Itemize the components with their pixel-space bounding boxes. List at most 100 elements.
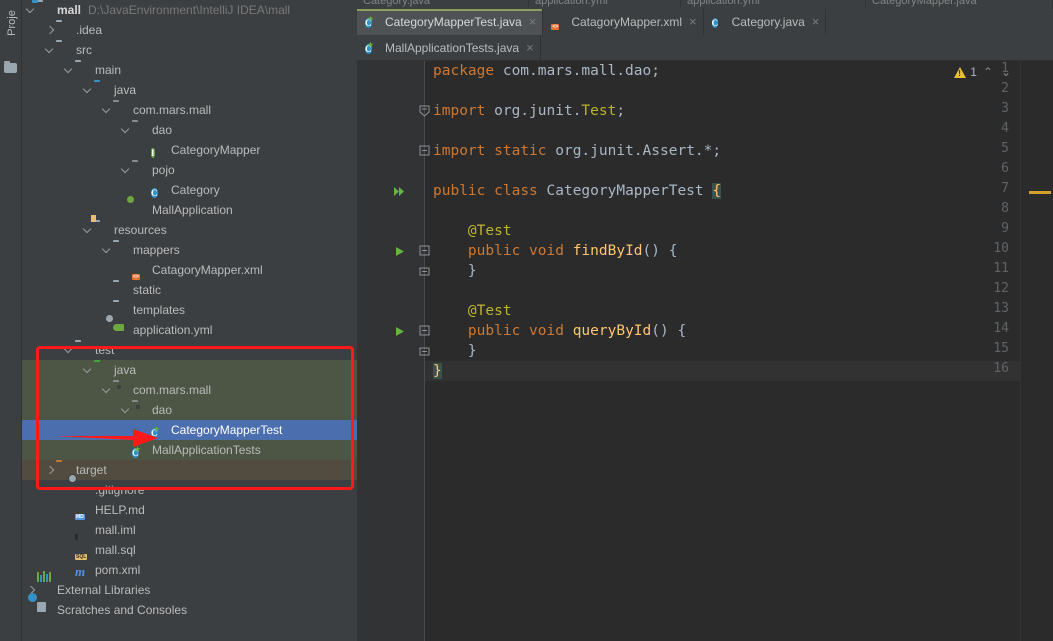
tree-row[interactable]: C CategoryMapperTest [22,420,357,440]
tree-row[interactable]: java [22,80,357,100]
editor-tab[interactable]: <> CatagoryMapper.xml × [543,9,704,35]
tree-row[interactable]: java [22,360,357,380]
project-tool-window[interactable]: mall D:\JavaEnvironment\IntelliJ IDEA\mal… [22,0,357,641]
tree-row[interactable]: resources [22,220,357,240]
code-line[interactable]: import org.junit.Test; [433,101,625,121]
chevron-down-icon[interactable] [83,360,94,380]
fold-end-icon[interactable] [419,345,430,363]
gitignore-file-icon [75,482,91,498]
run-all-tests-icon[interactable] [393,185,406,203]
run-test-icon[interactable] [393,325,406,343]
scroll-warning-marker[interactable] [1029,191,1051,194]
fold-expand-icon[interactable] [419,105,430,123]
close-icon[interactable]: × [812,15,820,28]
code-line[interactable]: @Test [433,301,512,321]
editor-tab[interactable]: C Category.java × [704,9,827,35]
chevron-down-icon[interactable] [102,100,113,120]
line-number: 6 [1001,161,1009,176]
code-line[interactable]: @Test [433,221,512,241]
tree-row[interactable]: Scratches and Consoles [22,600,357,620]
tree-row[interactable]: .idea [22,20,357,40]
chevron-down-icon[interactable] [45,40,56,60]
chevron-down-icon[interactable] [121,160,132,180]
editor-tab-label: CategoryMapperTest.java [385,15,522,29]
fold-collapse-icon[interactable] [419,245,430,263]
tree-row[interactable]: I CategoryMapper [22,140,357,160]
close-icon[interactable]: × [529,15,537,28]
tree-row[interactable]: src [22,40,357,60]
code-line[interactable]: public void queryById() { [433,321,686,341]
tree-row[interactable]: mall D:\JavaEnvironment\IntelliJ IDEA\mal… [22,0,357,20]
fold-collapse-icon[interactable] [419,325,430,343]
editor-tab-clipped[interactable]: CategoryMapper.java [866,0,1053,9]
next-problem-icon[interactable]: ⌄ [999,65,1013,79]
tree-row[interactable]: main [22,60,357,80]
package-icon [113,382,129,398]
chevron-down-icon[interactable] [26,0,37,20]
tree-row[interactable]: templates [22,300,357,320]
chevron-down-icon[interactable] [121,400,132,420]
tree-row[interactable]: C Category [22,180,357,200]
run-test-icon[interactable] [393,245,406,263]
inspection-widget[interactable]: 1 ⌃ ⌄ [954,62,1013,82]
tree-row[interactable]: External Libraries [22,571,357,600]
chevron-right-icon[interactable] [45,460,56,480]
editor-tab-clipped[interactable]: application.yml [681,0,866,9]
editor-tabs-row-2[interactable]: C MallApplicationTests.java × [357,35,1053,61]
project-tree[interactable]: mall D:\JavaEnvironment\IntelliJ IDEA\mal… [22,0,357,620]
project-folder-icon[interactable] [4,60,17,73]
tree-row[interactable]: <> CatagoryMapper.xml [22,260,357,280]
tree-row[interactable]: static [22,280,357,300]
editor-tab[interactable]: C MallApplicationTests.java × [357,35,541,61]
editor-tab-clipped[interactable]: application.yml [529,0,681,9]
chevron-down-icon[interactable] [64,340,75,360]
editor-tabs-row-overflow[interactable]: Category.java application.yml application.… [357,0,1053,9]
code-line[interactable]: } [433,261,477,281]
package-icon [132,162,148,178]
chevron-down-icon[interactable] [83,220,94,240]
editor-scroll-markers[interactable] [1020,61,1053,641]
code-line[interactable]: } [433,361,442,381]
chevron-down-icon[interactable] [102,240,113,260]
tree-row[interactable]: C MallApplicationTests [22,440,357,460]
tree-row[interactable]: MallApplication [22,200,357,220]
prev-problem-icon[interactable]: ⌃ [981,65,995,79]
close-icon[interactable]: × [526,41,534,54]
editor-tab-clipped[interactable]: Category.java [357,0,529,9]
tree-row[interactable]: test [22,340,357,360]
tree-row[interactable]: mappers [22,240,357,260]
tree-row[interactable]: SQL mall.sql [22,540,357,560]
chevron-down-icon[interactable] [102,380,113,400]
tree-row[interactable]: com.mars.mall [22,380,357,400]
folder-icon [56,22,72,38]
fold-end-icon[interactable] [419,265,430,283]
chevron-down-icon[interactable] [83,80,94,100]
code-line[interactable]: import static org.junit.Assert.*; [433,141,721,161]
tree-row[interactable]: m pom.xml [22,560,357,580]
tree-row[interactable]: dao [22,400,357,420]
close-icon[interactable]: × [689,15,697,28]
tree-row-label: mall.iml [95,523,136,537]
tree-row[interactable]: MD HELP.md [22,500,357,520]
code-line[interactable]: public void findById() { [433,241,678,261]
editor-tabs-row-1[interactable]: C CategoryMapperTest.java × <> CatagoryMappe… [357,9,1053,35]
code-line[interactable]: public class CategoryMapperTest { [433,181,722,201]
editor-tab[interactable]: C CategoryMapperTest.java × [357,9,544,35]
chevron-down-icon[interactable] [64,60,75,80]
tree-row[interactable]: com.mars.mall [22,100,357,120]
project-tool-window-button[interactable]: Proje [3,1,21,45]
code-line[interactable]: package com.mars.mall.dao; [433,61,660,81]
code-editor[interactable]: package com.mars.mall.dao; import org.jun… [425,61,1020,641]
tree-row[interactable]: application.yml [22,320,357,340]
tree-row[interactable]: pojo [22,160,357,180]
tree-row[interactable]: mall.iml [22,520,357,540]
chevron-right-icon[interactable] [45,20,56,40]
tree-row[interactable]: dao [22,120,357,140]
tree-row[interactable]: .gitignore [22,480,357,500]
line-number: 13 [993,301,1009,316]
fold-collapse-icon[interactable] [419,145,430,163]
chevron-down-icon[interactable] [121,120,132,140]
editor-gutter[interactable] [357,61,425,641]
code-line[interactable]: } [433,341,477,361]
